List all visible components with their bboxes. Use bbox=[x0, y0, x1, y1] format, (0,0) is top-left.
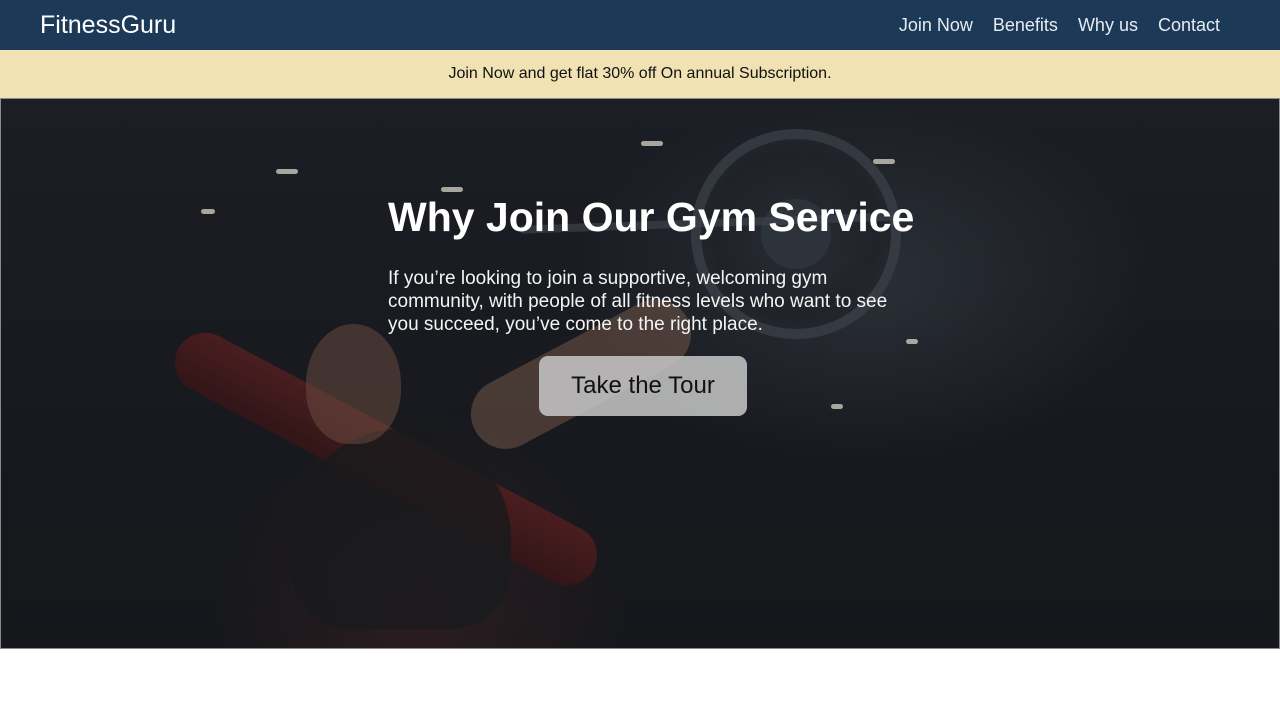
nav-join-now[interactable]: Join Now bbox=[899, 15, 973, 36]
hero-title: Why Join Our Gym Service bbox=[388, 194, 915, 240]
athlete-head-shape bbox=[306, 324, 401, 444]
hero-section: Why Join Our Gym Service If you’re looki… bbox=[0, 98, 1280, 649]
ceiling-light bbox=[201, 209, 215, 214]
hero-description: If you’re looking to join a supportive, … bbox=[388, 268, 888, 335]
athlete-body-shape bbox=[291, 429, 511, 629]
ceiling-light bbox=[641, 141, 663, 146]
nav-benefits[interactable]: Benefits bbox=[993, 15, 1058, 36]
hero-content: Why Join Our Gym Service If you’re looki… bbox=[388, 189, 915, 416]
ceiling-light bbox=[276, 169, 298, 174]
promo-text: Join Now and get flat 30% off On annual … bbox=[448, 65, 832, 82]
nav-contact[interactable]: Contact bbox=[1158, 15, 1220, 36]
take-the-tour-button[interactable]: Take the Tour bbox=[539, 356, 747, 416]
brand-logo[interactable]: FitnessGuru bbox=[40, 11, 176, 40]
promo-banner: Join Now and get flat 30% off On annual … bbox=[0, 50, 1280, 98]
ceiling-light bbox=[906, 339, 918, 344]
ceiling-light bbox=[873, 159, 895, 164]
top-navbar: FitnessGuru Join Now Benefits Why us Con… bbox=[0, 0, 1280, 50]
main-nav: Join Now Benefits Why us Contact bbox=[879, 15, 1220, 36]
nav-why-us[interactable]: Why us bbox=[1078, 15, 1138, 36]
